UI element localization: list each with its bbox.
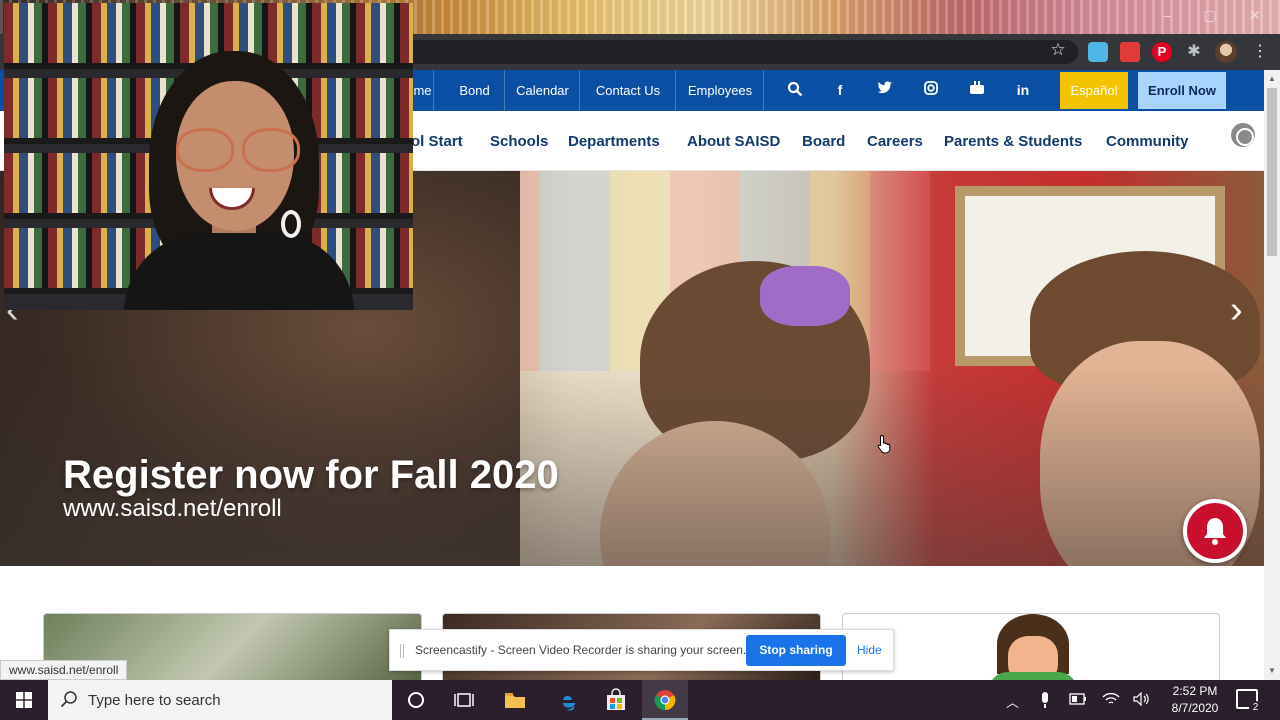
windows-logo-icon: [16, 692, 32, 708]
scroll-down-icon[interactable]: ▼: [1268, 666, 1276, 675]
extension-pinterest-icon[interactable]: P: [1152, 42, 1172, 62]
linkedin-icon[interactable]: in: [1014, 81, 1032, 99]
bookmark-star-icon[interactable]: ☆: [1048, 40, 1068, 60]
extension-recorder-icon[interactable]: [1120, 42, 1140, 62]
mainnav-community[interactable]: Community: [1106, 133, 1189, 150]
extensions-puzzle-icon[interactable]: ✱: [1184, 42, 1204, 62]
hero-url: www.saisd.net/enroll: [63, 495, 282, 522]
minimize-button[interactable]: –: [1157, 6, 1177, 24]
topnav-calendar[interactable]: Calendar: [506, 70, 580, 111]
show-hidden-icons-icon[interactable]: ︿: [1006, 692, 1019, 711]
mainnav-school-start[interactable]: ol Start: [411, 133, 463, 150]
mainnav-parents-students[interactable]: Parents & Students: [944, 133, 1082, 150]
webcam-overlay: [4, 3, 413, 310]
status-url: www.saisd.net/enroll: [0, 660, 128, 680]
mainnav-schools[interactable]: Schools: [490, 133, 548, 150]
sharing-message: Screencastify - Screen Video Recorder is…: [415, 643, 747, 657]
hero-title: Register now for Fall 2020: [63, 453, 559, 497]
close-window-button[interactable]: ✕: [1245, 6, 1265, 24]
task-view-icon[interactable]: [452, 688, 476, 712]
mainnav-board[interactable]: Board: [802, 133, 845, 150]
wifi-icon[interactable]: [1102, 692, 1120, 709]
espanol-button[interactable]: Español: [1060, 72, 1128, 109]
stop-sharing-button[interactable]: Stop sharing: [746, 635, 846, 666]
webcam-person-earring: [281, 210, 301, 238]
clock-date: 8/7/2020: [1171, 701, 1219, 715]
action-center-icon[interactable]: 2: [1236, 689, 1262, 714]
windows-taskbar: Type here to search ︿ 2:52 PM 8/7/2020 2: [0, 680, 1280, 720]
mainnav-careers[interactable]: Careers: [867, 133, 923, 150]
file-explorer-icon[interactable]: [503, 688, 527, 712]
twitter-icon[interactable]: [876, 81, 894, 99]
notification-count-badge: 2: [1249, 701, 1262, 714]
slider-next-icon[interactable]: ›: [1230, 289, 1243, 332]
clock-time: 2:52 PM: [1172, 684, 1218, 698]
mainnav-departments[interactable]: Departments: [568, 133, 660, 150]
youtube-icon[interactable]: [968, 81, 986, 99]
chrome-icon: [654, 690, 676, 711]
search-icon: [60, 691, 77, 708]
microphone-icon[interactable]: [1040, 692, 1050, 711]
screen-sharing-bar: Screencastify - Screen Video Recorder is…: [389, 629, 894, 671]
store-icon[interactable]: [604, 688, 628, 712]
edge-icon[interactable]: [554, 688, 578, 712]
facebook-icon[interactable]: f: [831, 81, 849, 99]
topnav-bond[interactable]: Bond: [445, 70, 505, 111]
page-scrollbar[interactable]: ▲ ▼: [1264, 70, 1280, 680]
scroll-up-icon[interactable]: ▲: [1268, 74, 1276, 83]
hero-photo-bow: [760, 266, 850, 326]
accessibility-icon[interactable]: [1231, 123, 1255, 147]
cortana-icon[interactable]: [404, 688, 428, 712]
topnav-contact-us[interactable]: Contact Us: [581, 70, 676, 111]
search-icon[interactable]: [786, 81, 804, 99]
chrome-taskbar-button[interactable]: [642, 680, 688, 720]
hide-link[interactable]: Hide: [857, 643, 882, 657]
topnav-home[interactable]: me: [412, 70, 434, 111]
bell-icon: [1204, 518, 1226, 545]
webcam-person-glasses: [174, 128, 300, 172]
hand-cursor-icon: [877, 434, 893, 459]
maximize-button[interactable]: ▢: [1200, 6, 1220, 24]
mainnav-about-saisd[interactable]: About SAISD: [687, 133, 780, 150]
instagram-icon[interactable]: [922, 81, 940, 99]
profile-avatar[interactable]: [1215, 41, 1237, 63]
volume-icon[interactable]: [1133, 691, 1151, 709]
address-bar[interactable]: [400, 40, 1078, 64]
browser-menu-icon[interactable]: ⋮: [1250, 42, 1270, 62]
drag-handle-icon[interactable]: [400, 644, 404, 658]
battery-icon[interactable]: [1069, 692, 1087, 709]
search-placeholder: Type here to search: [88, 692, 221, 709]
notification-bell-button[interactable]: [1183, 499, 1247, 563]
topnav-employees[interactable]: Employees: [677, 70, 764, 111]
start-button[interactable]: [0, 680, 48, 720]
feature-card-3[interactable]: [842, 613, 1220, 683]
taskbar-clock[interactable]: 2:52 PM 8/7/2020: [1160, 683, 1230, 717]
extension-screencastify-icon[interactable]: [1088, 42, 1108, 62]
taskbar-search-input[interactable]: Type here to search: [48, 680, 392, 720]
scrollbar-thumb[interactable]: [1267, 88, 1277, 256]
enroll-now-button[interactable]: Enroll Now: [1138, 72, 1226, 109]
